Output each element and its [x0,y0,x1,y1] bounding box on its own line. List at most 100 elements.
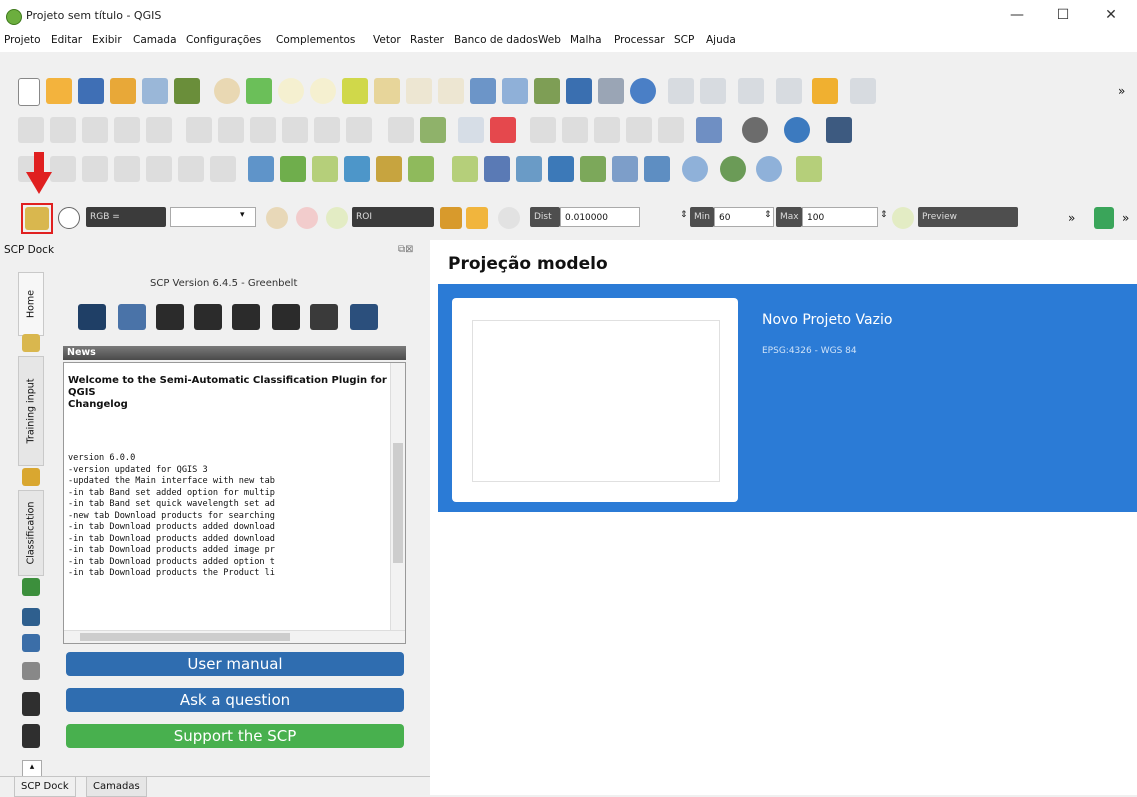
circular-string-icon[interactable] [50,156,76,182]
add-raster-layer-icon[interactable] [344,156,370,182]
zoom-out-icon[interactable] [310,78,336,104]
tab-camadas[interactable]: Camadas [86,777,147,797]
minimize-button[interactable]: — [1003,4,1031,26]
project-template-banner[interactable]: Novo Projeto Vazio EPSG:4326 - WGS 84 [438,284,1137,512]
menu-processar[interactable]: Processar [614,34,665,46]
dist-spinner-icon[interactable]: ⇕ [680,210,688,220]
save-project-icon[interactable] [78,78,104,104]
add-part-icon[interactable] [114,156,140,182]
zoom-to-preview-icon[interactable] [892,207,914,229]
delete-part-icon[interactable] [210,156,236,182]
new-project-icon[interactable] [18,78,40,106]
user-manual-button[interactable]: User manual [66,652,404,676]
pan-to-selection-icon[interactable] [246,78,272,104]
zoom-in-icon[interactable] [278,78,304,104]
add-delimited-text-icon[interactable] [376,156,402,182]
pan-hand-icon[interactable] [214,78,240,104]
delete-selected-icon[interactable] [186,117,212,143]
new-print-layout-icon[interactable] [110,78,136,104]
python-console-icon[interactable] [784,117,810,143]
menu-projeto[interactable]: Projeto [4,34,41,46]
menu-complementos[interactable]: Complementos [276,34,355,46]
dist-input[interactable]: 0.010000 [560,207,640,227]
close-button[interactable]: ✕ [1097,4,1125,26]
project-name[interactable]: Novo Projeto Vazio [762,312,892,328]
move-label-icon[interactable] [562,117,588,143]
vertex-tool-icon[interactable] [146,117,172,143]
save-edits-icon[interactable] [82,117,108,143]
menu-ajuda[interactable]: Ajuda [706,34,736,46]
activate-roi-pointer-icon[interactable] [466,207,488,229]
add-vector-tile-icon[interactable] [756,156,782,182]
zoom-full-icon[interactable] [342,78,368,104]
menu-editar[interactable]: Editar [51,34,82,46]
diagram-icon[interactable] [490,117,516,143]
new-map-view-icon[interactable] [534,78,560,104]
zoom-last-icon[interactable] [470,78,496,104]
add-arcgis-layer-icon[interactable] [720,156,746,182]
project-thumbnail[interactable] [452,298,738,502]
redo-roi-icon[interactable] [498,207,520,229]
bookmark-icon[interactable] [566,78,592,104]
label-pin-icon[interactable] [420,117,446,143]
new-temporary-layer-icon[interactable] [516,156,542,182]
undo-icon[interactable] [314,117,340,143]
create-roi-icon[interactable] [440,207,462,229]
spectral-plot-icon[interactable] [118,304,146,330]
fill-ring-icon[interactable] [146,156,172,182]
download-products-icon[interactable] [156,304,184,330]
chevron-down-icon[interactable]: ▾ [240,210,245,220]
toolbar-overflow-1[interactable]: » [1118,84,1125,98]
add-mesh-layer-icon[interactable] [580,156,606,182]
zoom-to-selection-icon[interactable] [374,78,400,104]
add-wcs-layer-icon[interactable] [644,156,670,182]
menu-configuracoes[interactable]: Configurações [186,34,261,46]
change-label-icon[interactable] [626,117,652,143]
news-horizontal-scrollbar[interactable] [64,630,405,643]
support-scp-button[interactable]: Support the SCP [66,724,404,748]
identify-icon[interactable] [668,78,694,104]
postprocessing-icon[interactable] [232,304,260,330]
min-spinner-icon[interactable]: ⇕ [764,210,772,220]
batch-icon[interactable] [310,304,338,330]
menu-vetor[interactable]: Vetor [373,34,401,46]
metasearch-icon[interactable] [826,117,852,143]
standard-deviation-stretch-icon[interactable] [296,207,318,229]
refresh-icon[interactable] [630,78,656,104]
add-spatialite-icon[interactable] [408,156,434,182]
data-source-manager-icon[interactable] [248,156,274,182]
tab-home[interactable]: Home [18,272,44,336]
spectral-plot-tab-icon[interactable] [22,634,40,652]
new-spatialite-icon[interactable] [484,156,510,182]
max-input[interactable]: 100 [802,207,878,227]
zoom-to-roi-icon[interactable] [326,207,348,229]
menu-camada[interactable]: Camada [133,34,177,46]
paste-features-icon[interactable] [282,117,308,143]
menu-malha[interactable]: Malha [570,34,602,46]
band-set-icon[interactable] [78,304,106,330]
copy-features-icon[interactable] [250,117,276,143]
add-ring-icon[interactable] [82,156,108,182]
add-wfs-layer-icon[interactable] [682,156,708,182]
open-attribute-table-icon[interactable] [812,78,838,104]
settings-icon[interactable] [350,304,378,330]
database-icon[interactable] [696,117,722,143]
news-vertical-scrollbar[interactable] [390,363,405,631]
add-wms-layer-icon[interactable] [612,156,638,182]
preprocessing-icon[interactable] [194,304,222,330]
menu-raster[interactable]: Raster [410,34,444,46]
show-hide-labels-icon[interactable] [658,117,684,143]
zoom-next-icon[interactable] [502,78,528,104]
download-tab-icon[interactable] [22,692,40,716]
menu-exibir[interactable]: Exibir [92,34,122,46]
layout-manager-icon[interactable] [142,78,168,104]
toolbar-overflow-4[interactable]: » [1068,211,1075,225]
new-geopackage-icon[interactable] [280,156,306,182]
local-cumulative-stretch-icon[interactable] [266,207,288,229]
statistics-tab-icon[interactable] [22,662,40,680]
zoom-to-layer-icon[interactable] [406,78,432,104]
layer-labeling-icon[interactable] [458,117,484,143]
max-spinner-icon[interactable]: ⇕ [880,210,888,220]
redo-icon[interactable] [346,117,372,143]
add-feature-icon[interactable] [114,117,140,143]
